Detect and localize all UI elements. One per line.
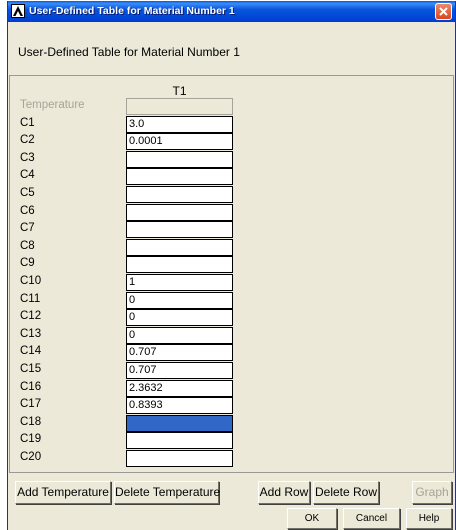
table-row: C10 1 (10, 274, 310, 291)
help-button[interactable]: Help (406, 508, 452, 529)
row-label: C3 (20, 151, 35, 164)
table-cell-c6[interactable] (126, 203, 233, 221)
dialog-window: User-Defined Table for Material Number 1… (7, 1, 456, 530)
table-cell-c12[interactable]: 0 (126, 309, 233, 327)
table-cell-c17[interactable]: 0.8393 (126, 397, 233, 415)
table-cell-c9[interactable] (126, 256, 233, 274)
row-label: C5 (20, 187, 35, 199)
row-label: C9 (20, 257, 35, 270)
table-cell-c1[interactable]: 3.0 (126, 115, 233, 133)
table-row: C12 0 (10, 309, 310, 327)
row-label: C4 (20, 169, 35, 182)
window-title: User-Defined Table for Material Number 1 (29, 5, 235, 17)
row-label: C1 (20, 116, 35, 129)
row-label: C18 (20, 415, 42, 428)
table-cell-c7[interactable] (126, 221, 233, 239)
table-cell-c8[interactable] (126, 238, 233, 256)
table-cell-c18[interactable] (126, 414, 233, 432)
table-row: C16 2.3632 (10, 379, 310, 397)
table-cell-c5[interactable] (126, 186, 233, 203)
add-temperature-button[interactable]: Add Temperature (15, 481, 111, 504)
row-label: C12 (20, 310, 42, 323)
table-cell-c13[interactable]: 0 (126, 326, 233, 344)
table-cell-c15[interactable]: 0.707 (126, 362, 233, 379)
table-panel: T1 Temperature C1 3.0 C2 0.0001 C3 C4 C5 C6 C7 C8 C… (9, 75, 454, 473)
table-cell-c11[interactable]: 0 (126, 291, 233, 309)
table-row: C14 0.707 (10, 344, 310, 362)
table-cell-c19[interactable] (126, 432, 233, 450)
table-row: C15 0.707 (10, 362, 310, 379)
row-label: C14 (20, 345, 42, 358)
table-row: C18 (10, 414, 310, 432)
delete-row-button[interactable]: Delete Row (313, 481, 379, 504)
row-label: C8 (20, 239, 35, 252)
table-cell-c20[interactable] (126, 450, 233, 467)
table-row: C7 (10, 221, 310, 239)
close-icon[interactable] (435, 3, 452, 20)
graph-button[interactable]: Graph (412, 481, 452, 504)
cancel-button[interactable]: Cancel (343, 508, 400, 529)
row-label: C6 (20, 204, 35, 217)
row-label: C17 (20, 398, 42, 411)
table-row: C6 (10, 203, 310, 221)
table-cell-c4[interactable] (126, 168, 233, 186)
table-row: C3 (10, 150, 310, 168)
table-cell-c2[interactable]: 0.0001 (126, 133, 233, 151)
row-label: C15 (20, 363, 42, 375)
row-label: C10 (20, 275, 42, 287)
title-bar[interactable]: User-Defined Table for Material Number 1 (8, 1, 455, 22)
ansys-logo-icon (11, 4, 25, 18)
table-row: C2 0.0001 (10, 133, 310, 151)
table-cell-c3[interactable] (126, 150, 233, 168)
row-label: C2 (20, 134, 35, 147)
row-label: Temperature (20, 99, 85, 111)
table-cell-c10[interactable]: 1 (126, 274, 233, 291)
dialog-heading: User-Defined Table for Material Number 1 (18, 45, 240, 59)
row-label: C13 (20, 327, 42, 340)
table-row: C11 0 (10, 291, 310, 309)
table-row: Temperature (10, 98, 310, 115)
delete-temperature-button[interactable]: Delete Temperature (114, 481, 220, 504)
row-label: C7 (20, 222, 35, 235)
table-row: C17 0.8393 (10, 397, 310, 415)
table-row: C20 (10, 450, 310, 467)
table-row: C4 (10, 168, 310, 186)
row-label: C20 (20, 451, 42, 463)
table-row: C19 (10, 432, 310, 450)
table-row: C9 (10, 256, 310, 274)
column-header-t1: T1 (172, 84, 187, 98)
add-row-button[interactable]: Add Row (258, 481, 310, 504)
table-row: C13 0 (10, 326, 310, 344)
table-cell-c14[interactable]: 0.707 (126, 344, 233, 362)
ok-button[interactable]: OK (287, 508, 337, 529)
row-label: C16 (20, 380, 42, 393)
table-cell-temperature (126, 98, 233, 115)
table-cell-c16[interactable]: 2.3632 (126, 379, 233, 397)
row-label: C11 (20, 292, 41, 305)
table-row: C1 3.0 (10, 115, 310, 133)
table-row: C8 (10, 238, 310, 256)
table-row: C5 (10, 186, 310, 203)
row-label: C19 (20, 433, 42, 446)
